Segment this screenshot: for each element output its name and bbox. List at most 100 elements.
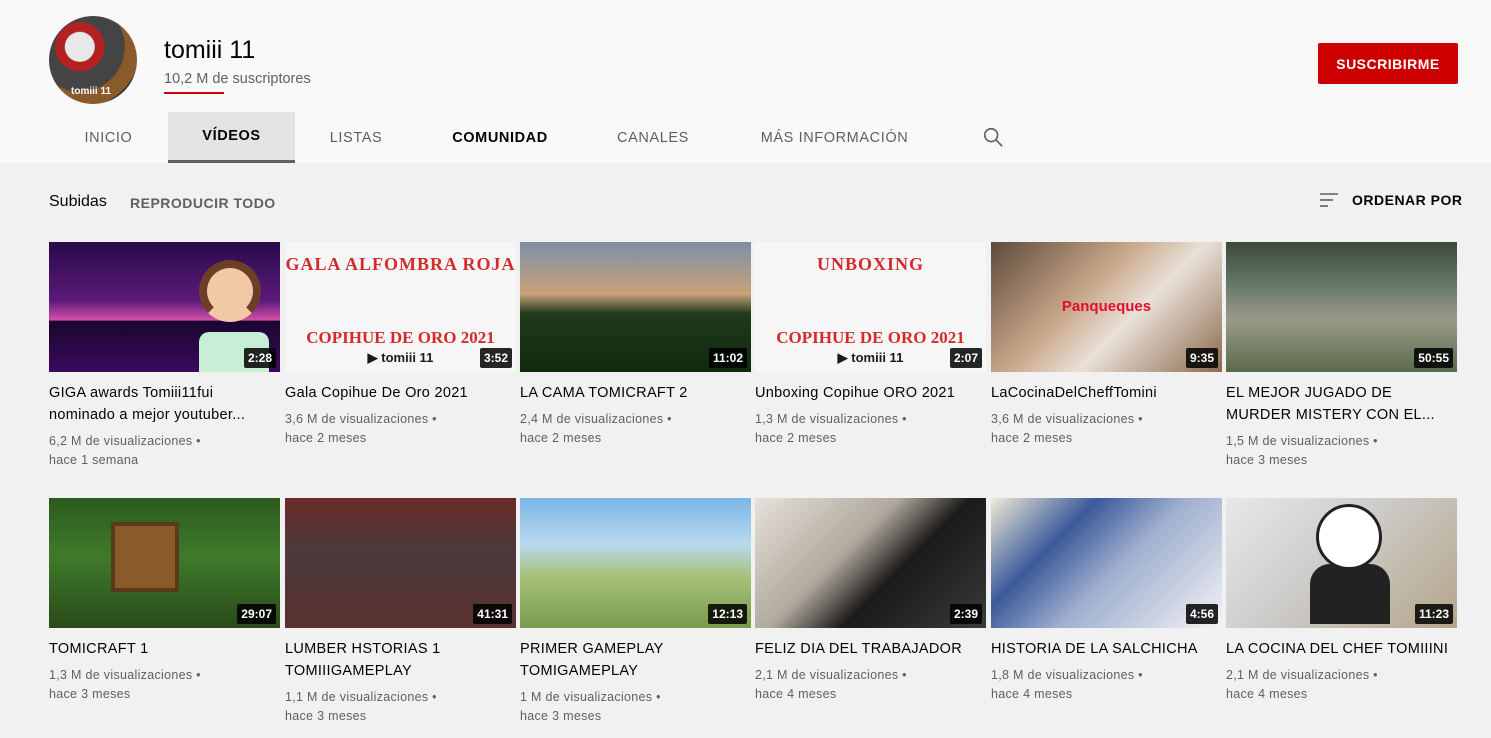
video-thumbnail[interactable]: 2:28 <box>49 242 280 372</box>
video-title[interactable]: GIGA awards Tomiii11fui nominado a mejor… <box>49 382 280 426</box>
video-thumbnail[interactable]: 29:07 <box>49 498 280 628</box>
video-meta: 2,4 M de visualizaciones • hace 2 meses <box>520 412 672 445</box>
video-age: hace 2 meses <box>285 431 367 445</box>
video-views: 1,3 M de visualizaciones <box>49 668 193 682</box>
video-thumbnail[interactable]: 41:31 <box>285 498 516 628</box>
video-views: 6,2 M de visualizaciones <box>49 434 193 448</box>
video-card[interactable]: 41:31 LUMBER HSTORIAS 1 TOMIIIGAMEPLAY 1… <box>285 498 516 726</box>
video-thumbnail[interactable]: 11:23 <box>1226 498 1457 628</box>
video-duration: 29:07 <box>237 604 276 624</box>
video-title[interactable]: LaCocinaDelCheffTomini <box>991 382 1222 404</box>
video-meta: 1,3 M de visualizaciones • hace 3 meses <box>49 668 201 701</box>
tab-videos[interactable]: VÍDEOS <box>168 112 295 163</box>
video-title[interactable]: PRIMER GAMEPLAY TOMIGAMEPLAY <box>520 638 751 682</box>
video-views: 2,4 M de visualizaciones <box>520 412 664 426</box>
video-views: 3,6 M de visualizaciones <box>285 412 429 426</box>
video-duration: 3:52 <box>479 348 512 368</box>
tab-listas[interactable]: LISTAS <box>295 112 417 163</box>
thumbnail-text: UNBOXING <box>816 254 924 274</box>
play-all-button[interactable]: REPRODUCIR TODO <box>130 195 276 211</box>
video-age: hace 4 meses <box>991 687 1073 701</box>
thumbnail-text: COPIHUE DE ORO 2021 <box>776 328 965 347</box>
video-duration: 2:07 <box>949 348 982 368</box>
video-title[interactable]: LA CAMA TOMICRAFT 2 <box>520 382 751 404</box>
video-thumbnail[interactable]: 2:39 <box>755 498 986 628</box>
video-age: hace 1 semana <box>49 453 139 467</box>
video-age: hace 3 meses <box>520 709 602 723</box>
channel-tabs: INICIO VÍDEOS LISTAS COMUNIDAD CANALES M… <box>49 112 946 163</box>
video-title[interactable]: Unboxing Copihue ORO 2021 <box>755 382 986 404</box>
video-meta: 1,1 M de visualizaciones • hace 3 meses <box>285 690 437 723</box>
tab-mas-informacion[interactable]: MÁS INFORMACIÓN <box>723 112 946 163</box>
thumbnail-text: COPIHUE DE ORO 2021 <box>306 328 495 347</box>
video-age: hace 3 meses <box>285 709 367 723</box>
thumbnail-text: GALA ALFOMBRA ROJA <box>285 254 516 274</box>
video-views: 1 M de visualizaciones <box>520 690 653 704</box>
video-views: 1,1 M de visualizaciones <box>285 690 429 704</box>
video-meta: 2,1 M de visualizaciones • hace 4 meses <box>755 668 907 701</box>
subscriber-number: 10,2 M <box>164 71 209 87</box>
video-thumbnail[interactable]: Panqueques 9:35 <box>991 242 1222 372</box>
video-duration: 4:56 <box>1185 604 1218 624</box>
sort-icon <box>1320 193 1338 207</box>
video-age: hace 3 meses <box>1226 453 1308 467</box>
video-title[interactable]: LA COCINA DEL CHEF TOMIIINI <box>1226 638 1457 660</box>
video-card[interactable]: 29:07 TOMICRAFT 1 1,3 M de visualizacion… <box>49 498 280 704</box>
video-card[interactable]: GALA ALFOMBRA ROJA COPIHUE DE ORO 2021 ▶… <box>285 242 516 448</box>
subscribe-button[interactable]: SUSCRIBIRME <box>1318 43 1458 84</box>
video-thumbnail[interactable]: UNBOXING COPIHUE DE ORO 2021 ▶ tomiii 11… <box>755 242 986 372</box>
video-title[interactable]: LUMBER HSTORIAS 1 TOMIIIGAMEPLAY <box>285 638 516 682</box>
video-duration: 2:39 <box>949 604 982 624</box>
video-thumbnail[interactable]: 12:13 <box>520 498 751 628</box>
search-icon[interactable] <box>982 126 1004 148</box>
video-title[interactable]: HISTORIA DE LA SALCHICHA <box>991 638 1222 660</box>
video-card[interactable]: UNBOXING COPIHUE DE ORO 2021 ▶ tomiii 11… <box>755 242 986 448</box>
video-thumbnail[interactable]: GALA ALFOMBRA ROJA COPIHUE DE ORO 2021 ▶… <box>285 242 516 372</box>
video-views: 1,5 M de visualizaciones <box>1226 434 1370 448</box>
video-meta: 1,3 M de visualizaciones • hace 2 meses <box>755 412 907 445</box>
video-card[interactable]: 11:02 LA CAMA TOMICRAFT 2 2,4 M de visua… <box>520 242 751 448</box>
video-age: hace 4 meses <box>755 687 837 701</box>
video-views: 2,1 M de visualizaciones <box>1226 668 1370 682</box>
thumbnail-text: Panqueques <box>1061 298 1152 315</box>
sort-label: ORDENAR POR <box>1352 192 1463 208</box>
video-age: hace 2 meses <box>991 431 1073 445</box>
tab-comunidad[interactable]: COMUNIDAD <box>417 112 583 163</box>
video-title[interactable]: TOMICRAFT 1 <box>49 638 280 660</box>
channel-avatar[interactable]: tomiii 11 <box>49 16 137 104</box>
section-title: Subidas <box>49 193 107 210</box>
sort-button[interactable]: ORDENAR POR <box>1318 190 1463 210</box>
video-age: hace 4 meses <box>1226 687 1308 701</box>
video-thumbnail[interactable]: 11:02 <box>520 242 751 372</box>
video-duration: 11:02 <box>708 348 747 368</box>
video-age: hace 2 meses <box>755 431 837 445</box>
video-meta: 1,5 M de visualizaciones • hace 3 meses <box>1226 434 1378 467</box>
video-title[interactable]: Gala Copihue De Oro 2021 <box>285 382 516 404</box>
video-age: hace 3 meses <box>49 687 131 701</box>
tab-canales[interactable]: CANALES <box>583 112 723 163</box>
subscriber-suffix: de suscriptores <box>208 71 311 87</box>
video-meta: 6,2 M de visualizaciones • hace 1 semana <box>49 434 201 467</box>
video-title[interactable]: EL MEJOR JUGADO DE MURDER MISTERY CON EL… <box>1226 382 1457 426</box>
video-card[interactable]: 50:55 EL MEJOR JUGADO DE MURDER MISTERY … <box>1226 242 1457 470</box>
video-card[interactable]: 2:28 GIGA awards Tomiii11fui nominado a … <box>49 242 280 470</box>
video-card[interactable]: 11:23 LA COCINA DEL CHEF TOMIIINI 2,1 M … <box>1226 498 1457 704</box>
video-meta: 2,1 M de visualizaciones • hace 4 meses <box>1226 668 1378 701</box>
video-thumbnail[interactable]: 50:55 <box>1226 242 1457 372</box>
video-age: hace 2 meses <box>520 431 602 445</box>
video-meta: 3,6 M de visualizaciones • hace 2 meses <box>991 412 1143 445</box>
video-card[interactable]: 4:56 HISTORIA DE LA SALCHICHA 1,8 M de v… <box>991 498 1222 704</box>
video-views: 3,6 M de visualizaciones <box>991 412 1135 426</box>
video-card[interactable]: 2:39 FELIZ DIA DEL TRABAJADOR 2,1 M de v… <box>755 498 986 704</box>
video-meta: 1 M de visualizaciones • hace 3 meses <box>520 690 661 723</box>
video-title[interactable]: FELIZ DIA DEL TRABAJADOR <box>755 638 986 660</box>
video-card[interactable]: Panqueques 9:35 LaCocinaDelCheffTomini 3… <box>991 242 1222 448</box>
video-card[interactable]: 12:13 PRIMER GAMEPLAY TOMIGAMEPLAY 1 M d… <box>520 498 751 726</box>
video-views: 1,8 M de visualizaciones <box>991 668 1135 682</box>
video-duration: 50:55 <box>1414 348 1453 368</box>
video-meta: 3,6 M de visualizaciones • hace 2 meses <box>285 412 437 445</box>
video-duration: 2:28 <box>243 348 276 368</box>
subscriber-count: 10,2 M de suscriptores <box>164 71 311 94</box>
tab-inicio[interactable]: INICIO <box>49 112 168 163</box>
video-thumbnail[interactable]: 4:56 <box>991 498 1222 628</box>
